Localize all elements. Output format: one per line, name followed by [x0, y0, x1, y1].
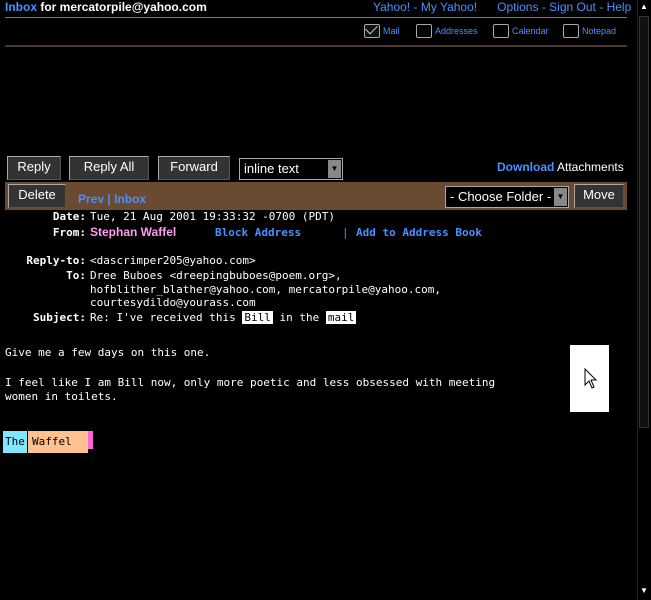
from-label: From: [52, 226, 86, 239]
mail-icon [364, 24, 380, 38]
to-line: hofblither_blather@yahoo.com, mercatorpi… [90, 283, 441, 296]
scroll-up-icon[interactable]: ▲ [637, 0, 651, 14]
forward-button[interactable]: Forward [158, 156, 230, 180]
body-line: I feel like I am Bill now, only more poe… [5, 376, 496, 389]
prev-link[interactable]: Prev [78, 192, 104, 206]
addresses-icon [416, 24, 432, 38]
reply-to-value: <dascrimper205@yahoo.com> [90, 254, 256, 267]
mouse-cursor-icon [584, 368, 598, 389]
subject-label: Subject: [33, 311, 86, 324]
help-link[interactable]: Help [607, 0, 632, 14]
header-divider [5, 17, 627, 18]
reply-button[interactable]: Reply [7, 156, 61, 180]
sign-out-link[interactable]: Sign Out [549, 0, 596, 14]
signature-accent [88, 431, 93, 449]
body-line: women in toilets. [5, 390, 118, 403]
inbox-link[interactable]: Inbox [5, 0, 37, 14]
toolbar-calendar[interactable]: Calendar [493, 22, 549, 40]
toolbar-notepad[interactable]: Notepad [563, 22, 616, 40]
scroll-down-icon[interactable]: ▼ [637, 584, 651, 598]
date-label: Date: [52, 210, 86, 223]
message-nav: Prev | Inbox [78, 192, 147, 206]
to-line: Dree Buboes <dreepingbuboes@poem.org>, [90, 269, 342, 282]
yahoo-link[interactable]: Yahoo! [373, 0, 410, 14]
date-value: Tue, 21 Aug 2001 19:33:32 -0700 (PDT) [90, 210, 336, 223]
chevron-down-icon: ▼ [554, 188, 567, 206]
body-line: Give me a few days on this one. [5, 346, 211, 359]
link-separator: | [342, 226, 349, 239]
to-label: To: [66, 269, 86, 282]
reply-to-label: Reply-to: [26, 254, 86, 267]
top-nav-links: Yahoo! - My Yahoo! Options - Sign Out - … [373, 0, 632, 14]
download-link[interactable]: Download [497, 160, 554, 174]
toolbar-mail[interactable]: Mail [364, 22, 400, 40]
block-address-link[interactable]: Block Address [215, 226, 301, 240]
choose-folder-select[interactable]: - Choose Folder - ▼ [445, 186, 569, 208]
inbox-nav-link[interactable]: Inbox [114, 192, 146, 206]
subject-highlight-mail: mail [325, 311, 357, 324]
options-link[interactable]: Options [497, 0, 538, 14]
forward-mode-select[interactable]: inline text ▼ [239, 158, 343, 180]
add-to-address-book-link[interactable]: Add to Address Book [356, 226, 482, 240]
subject-highlight-bill: Bill [242, 311, 273, 324]
reply-all-button[interactable]: Reply All [69, 156, 149, 180]
chevron-down-icon: ▼ [328, 160, 341, 178]
toolbar-divider [5, 45, 627, 47]
move-button[interactable]: Move [574, 184, 624, 208]
signature-the: The [3, 431, 27, 453]
to-line: courtesydildo@yourass.com [90, 296, 256, 309]
subject-value: Re: I've received this Bill in the mail [90, 311, 357, 324]
notepad-icon [563, 24, 579, 38]
mailbox-title: Inbox for mercatorpile@yahoo.com [5, 0, 207, 14]
mailbox-owner: for mercatorpile@yahoo.com [40, 0, 207, 14]
toolbar-addresses[interactable]: Addresses [416, 22, 478, 40]
from-name: Stephan Waffel [90, 225, 177, 239]
scroll-thumb[interactable] [639, 16, 649, 428]
my-yahoo-link[interactable]: My Yahoo! [421, 0, 477, 14]
signature-waffel: Waffel [28, 431, 88, 453]
delete-button[interactable]: Delete [8, 184, 66, 208]
calendar-icon [493, 24, 509, 38]
download-attachments: Download Attachments [497, 160, 624, 174]
